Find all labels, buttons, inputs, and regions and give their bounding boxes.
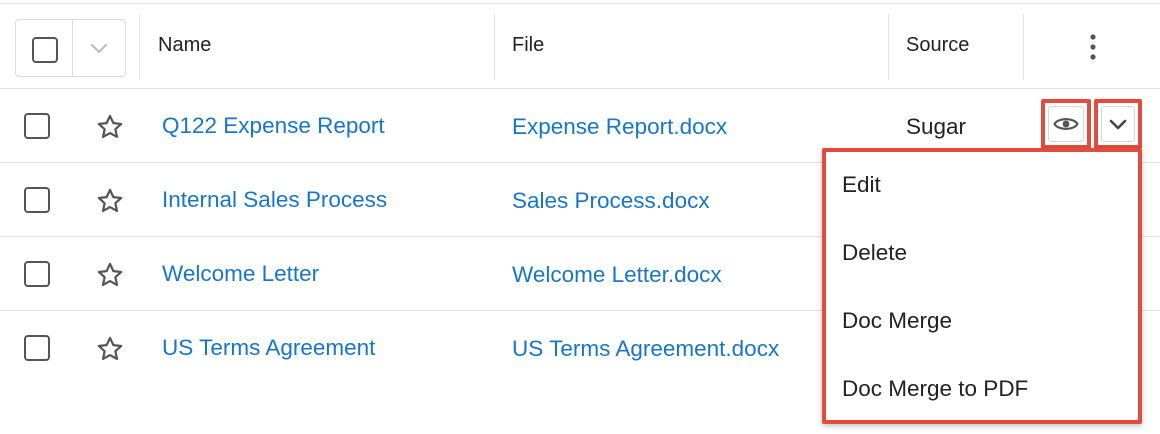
- column-divider: [139, 14, 140, 80]
- record-source: Sugar: [906, 114, 967, 139]
- record-name-link[interactable]: Q122 Expense Report: [162, 113, 385, 139]
- eye-icon: [1053, 118, 1079, 130]
- star-icon[interactable]: [96, 335, 124, 363]
- preview-button-inner[interactable]: [1048, 106, 1084, 142]
- preview-button[interactable]: [1041, 99, 1091, 149]
- star-icon[interactable]: [96, 113, 124, 141]
- row-checkbox[interactable]: [24, 335, 50, 361]
- chevron-down-icon: [1109, 119, 1127, 130]
- record-name-link[interactable]: Welcome Letter: [162, 261, 319, 287]
- mass-select-divider: [72, 20, 73, 76]
- column-divider: [1023, 14, 1024, 80]
- row-checkbox[interactable]: [24, 187, 50, 213]
- mass-select-control[interactable]: [15, 19, 126, 77]
- column-header-name[interactable]: Name: [158, 34, 211, 57]
- record-file-link[interactable]: Welcome Letter.docx: [512, 262, 722, 288]
- record-file-link[interactable]: Sales Process.docx: [512, 188, 710, 214]
- menu-item-doc-merge[interactable]: Doc Merge: [842, 308, 952, 334]
- row-actions-dropdown-button[interactable]: [1094, 99, 1142, 149]
- star-icon[interactable]: [96, 187, 124, 215]
- row-checkbox[interactable]: [24, 113, 50, 139]
- star-icon[interactable]: [96, 261, 124, 289]
- table-header: Name File Source: [0, 4, 1160, 89]
- chevron-down-icon[interactable]: [88, 37, 110, 59]
- record-file-link[interactable]: Expense Report.docx: [512, 114, 727, 140]
- column-divider: [888, 14, 889, 80]
- kebab-icon[interactable]: [1083, 31, 1103, 63]
- record-name-link[interactable]: US Terms Agreement: [162, 335, 375, 361]
- record-name-link[interactable]: Internal Sales Process: [162, 187, 387, 213]
- row-checkbox[interactable]: [24, 261, 50, 287]
- menu-item-edit[interactable]: Edit: [842, 172, 881, 198]
- column-header-file[interactable]: File: [512, 34, 544, 57]
- column-divider: [494, 14, 495, 80]
- row-actions-dropdown-inner[interactable]: [1101, 106, 1135, 142]
- select-all-checkbox[interactable]: [32, 37, 58, 63]
- column-header-source[interactable]: Source: [906, 34, 969, 57]
- row-actions-menu: Edit Delete Doc Merge Doc Merge to PDF: [822, 148, 1142, 424]
- menu-item-delete[interactable]: Delete: [842, 240, 907, 266]
- menu-item-doc-merge-to-pdf[interactable]: Doc Merge to PDF: [842, 376, 1028, 402]
- record-file-link[interactable]: US Terms Agreement.docx: [512, 336, 779, 362]
